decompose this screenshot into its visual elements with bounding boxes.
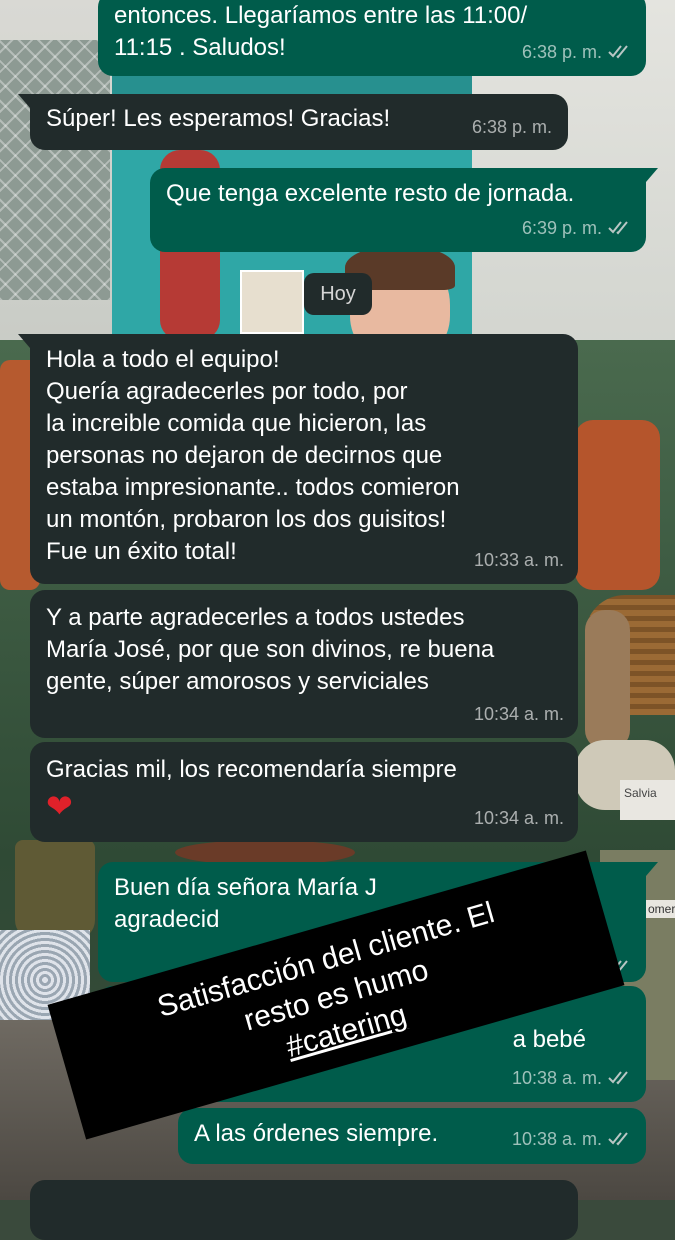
- message-meta: 10:38 a. m.: [512, 1123, 632, 1155]
- message-bubble-incoming[interactable]: Hola a todo el equipo! Quería agradecerl…: [18, 334, 578, 584]
- double-check-icon: [608, 1132, 628, 1146]
- message-bubble-outgoing[interactable]: entonces. Llegaríamos entre las 11:00/ 1…: [98, 0, 646, 76]
- message-time: 6:38 p. m.: [471, 117, 552, 137]
- message-time: 10:33 a. m.: [473, 550, 564, 570]
- message-time: 6:39 p. m.: [521, 218, 602, 238]
- message-time: 10:34 a. m.: [473, 704, 564, 724]
- message-text: Súper! Les esperamos! Gracias!: [46, 105, 391, 132]
- date-separator-chip: Hoy: [304, 273, 372, 315]
- double-check-icon: [608, 45, 628, 59]
- wallpaper-romero-label: omero: [646, 900, 675, 918]
- wallpaper-goal-net: [0, 40, 110, 300]
- wallpaper-plant-pot: [15, 840, 95, 940]
- message-text: Y a parte agradecerles a todos ustedes M…: [46, 604, 495, 695]
- message-time: 10:38 a. m.: [511, 1068, 602, 1088]
- message-meta: 10:34 a. m.: [474, 698, 564, 730]
- message-time: 6:38 p. m.: [521, 42, 602, 62]
- double-check-icon: [608, 221, 628, 235]
- message-bubble-incoming[interactable]: Súper! Les esperamos! Gracias! 6:38 p. m…: [18, 94, 568, 150]
- wallpaper-salvia-label: Salvia: [620, 780, 675, 820]
- message-meta: 6:38 p. m.: [472, 111, 552, 143]
- wallpaper-photo-card: [240, 270, 304, 334]
- message-text: Gracias mil, los recomendaría siempre: [46, 756, 457, 783]
- message-bubble-incoming[interactable]: [30, 1180, 578, 1240]
- message-bubble-incoming[interactable]: Y a parte agradecerles a todos ustedes M…: [30, 590, 578, 738]
- message-bubble-outgoing[interactable]: Que tenga excelente resto de jornada. 6:…: [150, 168, 658, 252]
- double-check-icon: [608, 1071, 628, 1085]
- message-bubble-outgoing[interactable]: A las órdenes siempre. 10:38 a. m.: [178, 1108, 646, 1164]
- message-text: Que tenga excelente resto de jornada.: [166, 180, 575, 207]
- message-meta: 6:39 p. m.: [522, 212, 632, 244]
- wallpaper-pestle: [585, 610, 630, 750]
- message-time: 10:34 a. m.: [473, 808, 564, 828]
- message-meta: 10:33 a. m.: [474, 544, 564, 576]
- message-text: Hola a todo el equipo! Quería agradecerl…: [46, 346, 460, 565]
- message-meta: 10:38 a. m.: [512, 1062, 632, 1094]
- message-meta: 10:34 a. m.: [474, 802, 564, 834]
- message-text: A las órdenes siempre.: [194, 1120, 439, 1147]
- message-bubble-incoming[interactable]: Gracias mil, los recomendaría siempre ❤ …: [30, 742, 578, 842]
- message-meta: 6:38 p. m.: [522, 36, 632, 68]
- message-time: 10:38 a. m.: [511, 1129, 602, 1149]
- wallpaper-clay-jar-right: [575, 420, 660, 590]
